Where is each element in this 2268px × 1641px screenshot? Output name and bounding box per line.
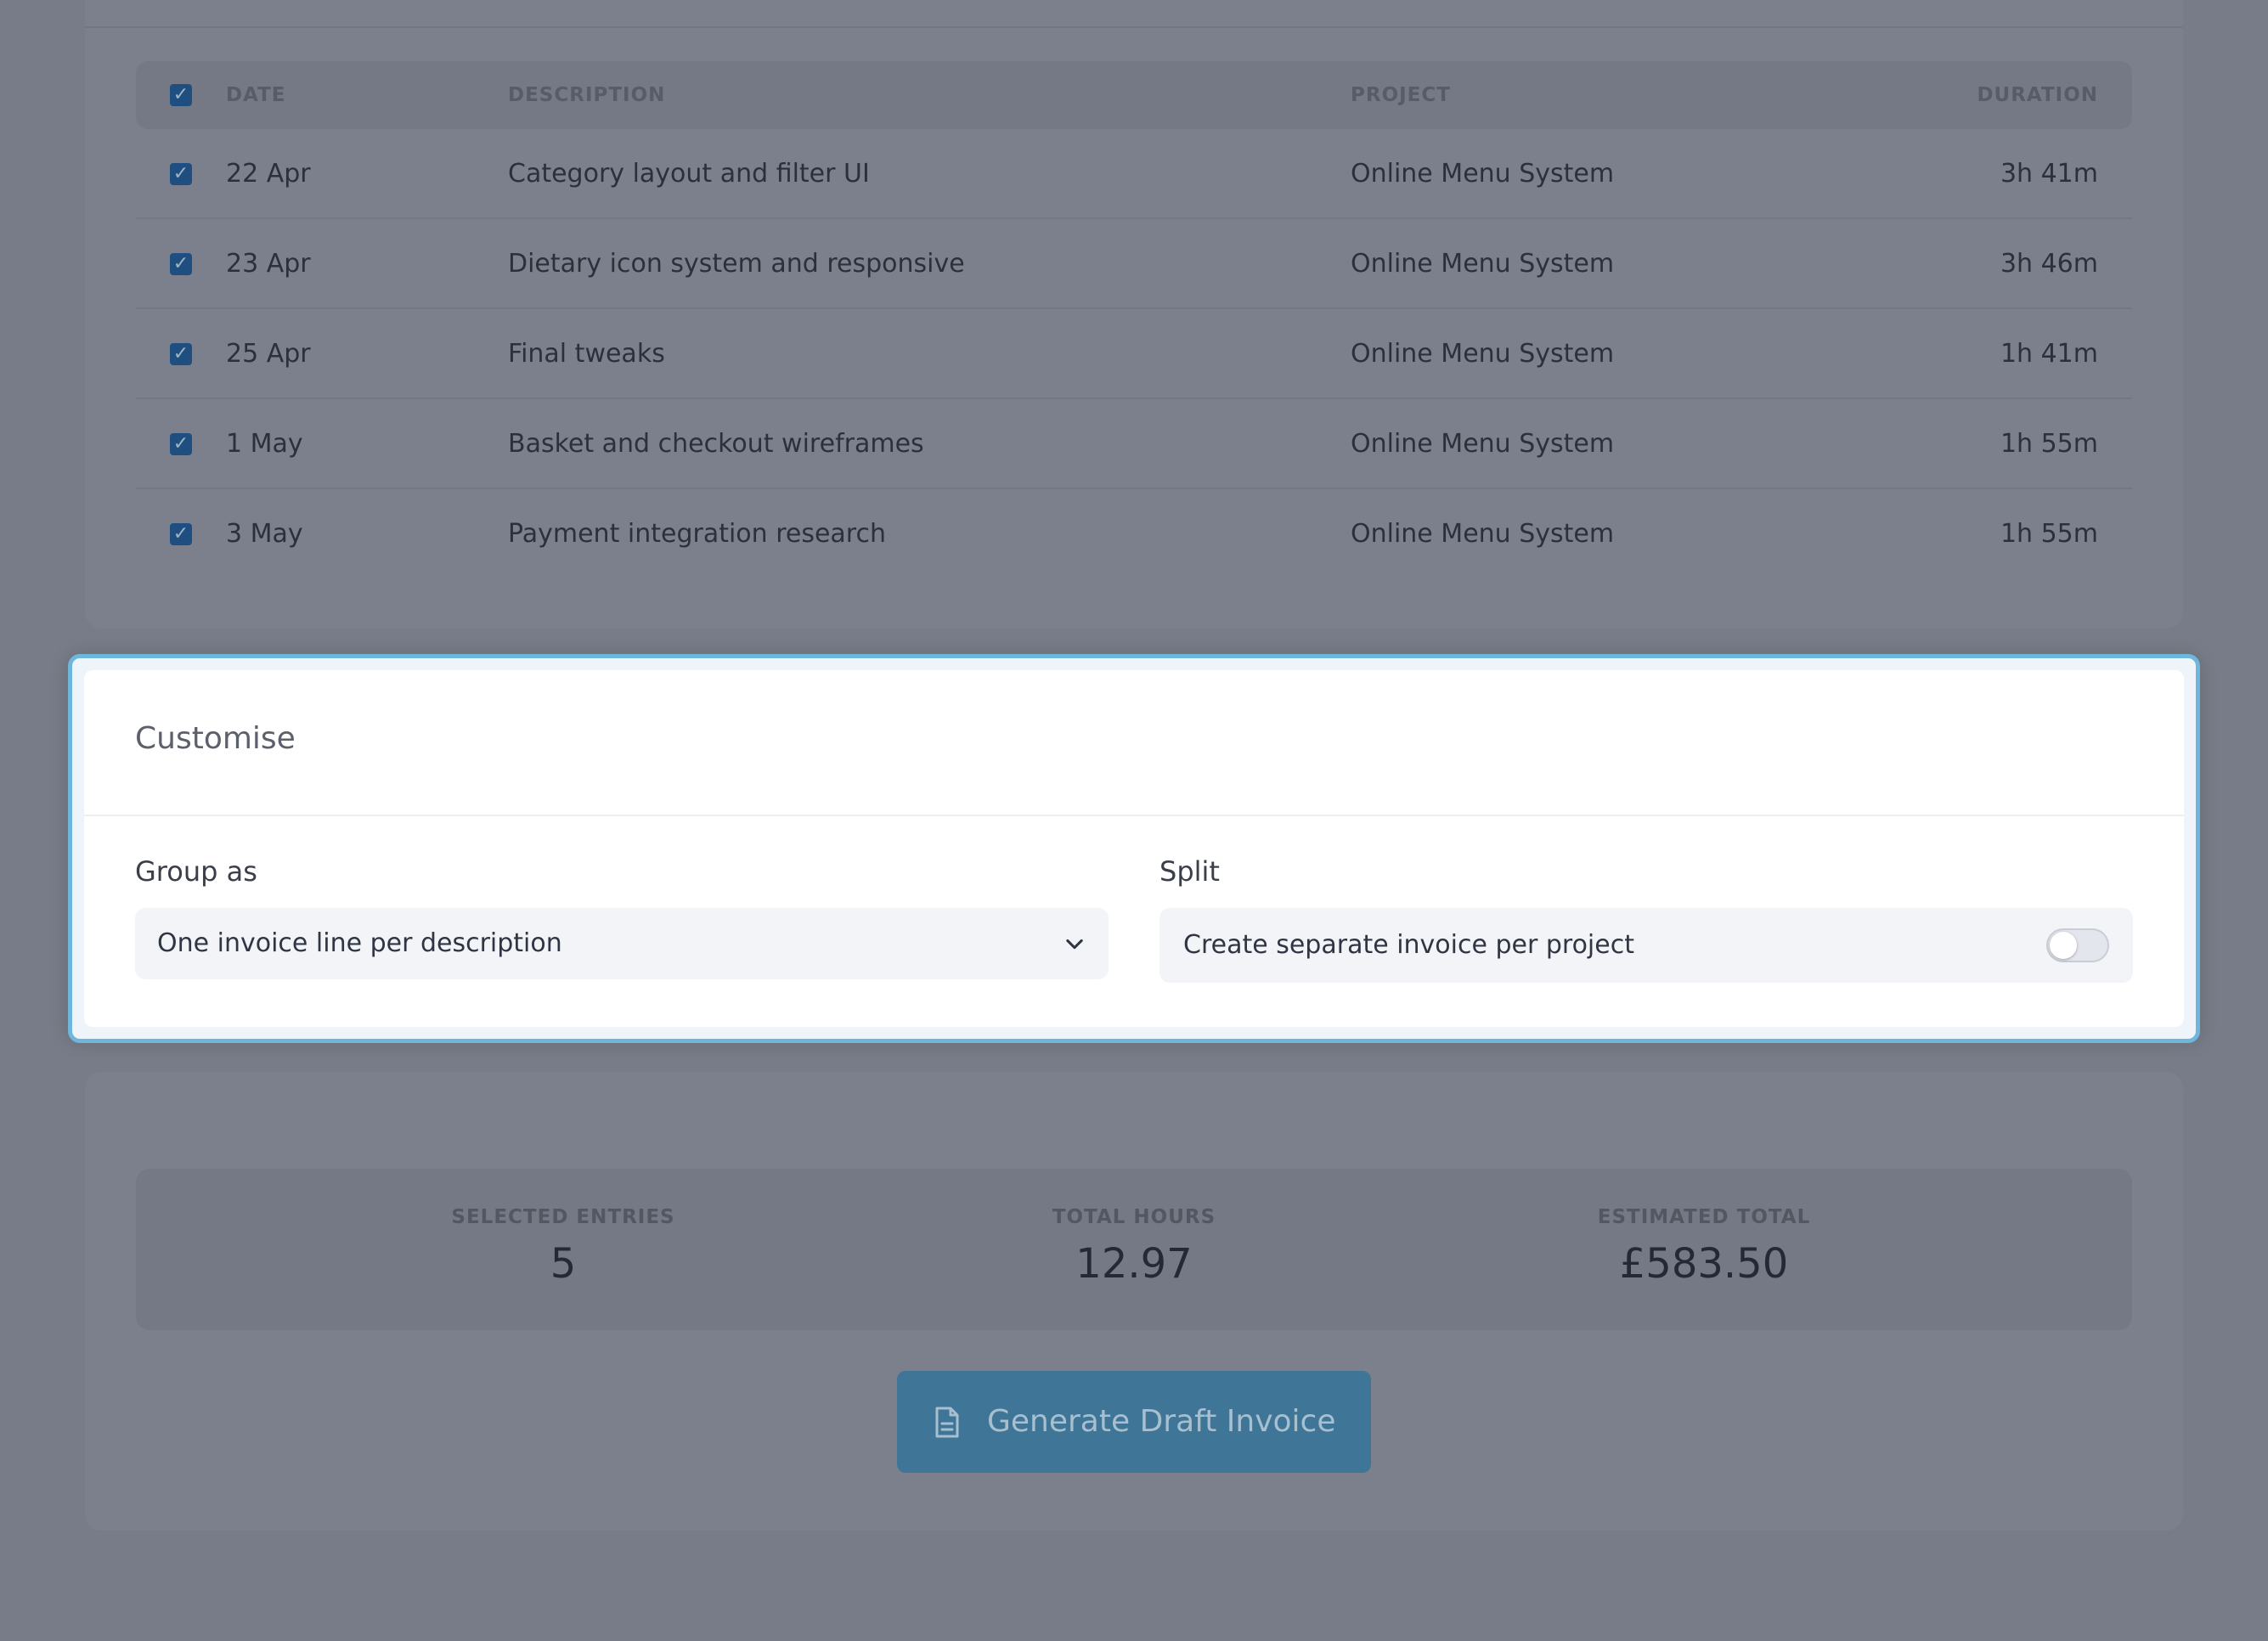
customise-panel-highlight: Customise Group as One invoice line per … xyxy=(68,654,2200,1043)
table-row[interactable]: ✓ 25 Apr Final tweaks Online Menu System… xyxy=(136,309,2132,399)
toggle-knob xyxy=(2050,932,2077,959)
header-description[interactable]: DESCRIPTION xyxy=(508,61,665,129)
entry-description: Payment integration research xyxy=(508,519,886,549)
time-entries-card: ✓ DATE DESCRIPTION PROJECT DURATION ✓ 22… xyxy=(85,0,2183,629)
entry-duration: 3h 41m xyxy=(2000,159,2098,189)
entry-duration: 1h 41m xyxy=(2000,339,2098,369)
stat-label: ESTIMATED TOTAL xyxy=(1597,1206,1811,1228)
group-as-value: One invoice line per description xyxy=(157,928,562,958)
entry-project: Online Menu System xyxy=(1351,249,1615,279)
table-row[interactable]: ✓ 1 May Basket and checkout wireframes O… xyxy=(136,399,2132,489)
document-icon xyxy=(935,1407,959,1438)
table-row[interactable]: ✓ 23 Apr Dietary icon system and respons… xyxy=(136,219,2132,309)
table-row[interactable]: ✓ 22 Apr Category layout and filter UI O… xyxy=(136,129,2132,219)
row-checkbox[interactable]: ✓ xyxy=(170,163,192,185)
stat-value: 5 xyxy=(550,1240,577,1288)
entry-description: Category layout and filter UI xyxy=(508,159,870,189)
entry-project: Online Menu System xyxy=(1351,159,1615,189)
entry-description: Basket and checkout wireframes xyxy=(508,429,924,459)
customise-panel: Customise Group as One invoice line per … xyxy=(84,670,2184,1027)
header-duration[interactable]: DURATION xyxy=(1977,61,2098,129)
entry-duration: 1h 55m xyxy=(2000,429,2098,459)
header-date[interactable]: DATE xyxy=(226,61,286,129)
split-toggle[interactable] xyxy=(2046,928,2109,962)
stat-label: SELECTED ENTRIES xyxy=(451,1206,675,1228)
stat-label: TOTAL HOURS xyxy=(1052,1206,1216,1228)
row-checkbox[interactable]: ✓ xyxy=(170,343,192,365)
summary-card: SELECTED ENTRIES 5 TOTAL HOURS 12.97 EST… xyxy=(85,1072,2183,1531)
entry-date: 25 Apr xyxy=(226,339,311,369)
customise-title: Customise xyxy=(135,721,296,756)
entry-duration: 1h 55m xyxy=(2000,519,2098,549)
stat-value: £583.50 xyxy=(1619,1240,1789,1288)
card-divider xyxy=(85,26,2183,28)
group-as-label: Group as xyxy=(135,855,257,888)
table-row[interactable]: ✓ 3 May Payment integration research Onl… xyxy=(136,489,2132,579)
entry-date: 23 Apr xyxy=(226,249,311,279)
panel-divider xyxy=(84,815,2184,816)
select-all-checkbox[interactable]: ✓ xyxy=(170,84,192,106)
generate-button-label: Generate Draft Invoice xyxy=(987,1404,1336,1439)
row-checkbox[interactable]: ✓ xyxy=(170,253,192,275)
header-project[interactable]: PROJECT xyxy=(1351,61,1451,129)
chevron-down-icon xyxy=(1066,939,1083,950)
entry-date: 1 May xyxy=(226,429,303,459)
invoice-page: ✓ DATE DESCRIPTION PROJECT DURATION ✓ 22… xyxy=(0,0,2268,1641)
entry-duration: 3h 46m xyxy=(2000,249,2098,279)
entry-project: Online Menu System xyxy=(1351,519,1615,549)
row-checkbox[interactable]: ✓ xyxy=(170,433,192,455)
stat-value: 12.97 xyxy=(1075,1240,1193,1288)
entry-date: 22 Apr xyxy=(226,159,311,189)
entry-description: Dietary icon system and responsive xyxy=(508,249,965,279)
generate-draft-invoice-button[interactable]: Generate Draft Invoice xyxy=(897,1371,1371,1473)
entry-description: Final tweaks xyxy=(508,339,665,369)
group-as-select[interactable]: One invoice line per description xyxy=(135,908,1109,979)
split-option: Create separate invoice per project xyxy=(1159,908,2133,983)
entry-project: Online Menu System xyxy=(1351,429,1615,459)
entry-project: Online Menu System xyxy=(1351,339,1615,369)
split-label: Split xyxy=(1159,855,1220,888)
summary-stats: SELECTED ENTRIES 5 TOTAL HOURS 12.97 EST… xyxy=(136,1169,2132,1330)
entry-date: 3 May xyxy=(226,519,303,549)
row-checkbox[interactable]: ✓ xyxy=(170,523,192,545)
split-option-label: Create separate invoice per project xyxy=(1183,930,1634,960)
table-header: ✓ DATE DESCRIPTION PROJECT DURATION xyxy=(136,61,2132,129)
